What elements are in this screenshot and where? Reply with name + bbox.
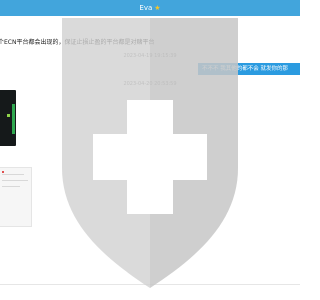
image-detail xyxy=(2,180,28,181)
star-icon: ★ xyxy=(154,4,161,12)
chat-header: Eva ★ xyxy=(0,0,300,16)
image-detail xyxy=(7,114,10,117)
image-message-thumbnail[interactable] xyxy=(0,90,16,146)
image-detail xyxy=(2,171,4,173)
outgoing-message[interactable]: 不不不 我其他的都不会 就发你的那 xyxy=(198,63,300,75)
chat-window: Eva ★ 个ECN平台都会出现的，保证止损止盈的平台都是对赌平台 2023-0… xyxy=(0,0,300,300)
incoming-message[interactable]: 个ECN平台都会出现的，保证止损止盈的平台都是对赌平台 xyxy=(0,37,154,46)
image-detail xyxy=(12,104,15,134)
contact-name[interactable]: Eva xyxy=(139,0,152,16)
timestamp: 2023-04-20 20:53:59 xyxy=(123,81,177,87)
timestamp: 2023-04-19 19:15:39 xyxy=(123,53,177,59)
image-detail xyxy=(2,174,24,175)
image-detail xyxy=(2,186,20,187)
input-area-divider xyxy=(0,284,300,285)
screenshot-message-thumbnail[interactable] xyxy=(0,167,32,227)
timestamp: 2023-04-20 21:15:09 xyxy=(123,153,177,159)
